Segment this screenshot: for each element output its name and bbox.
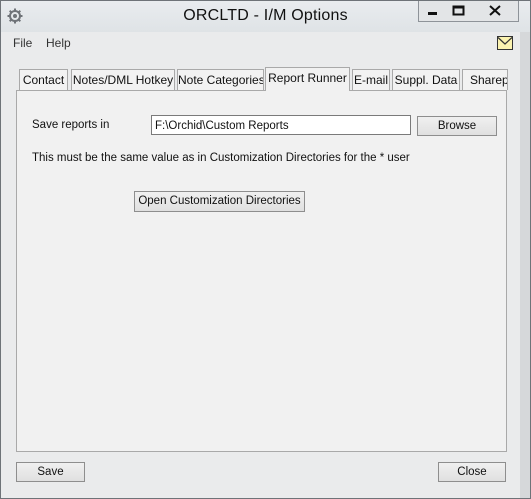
save-button[interactable]: Save xyxy=(16,462,85,482)
tab-contact[interactable]: Contact xyxy=(19,69,68,90)
menu-file[interactable]: File xyxy=(13,36,32,50)
save-reports-label: Save reports in xyxy=(32,119,110,131)
title-bar[interactable]: ORCLTD - I/M Options xyxy=(1,1,530,32)
save-reports-input[interactable]: F:\Orchid\Custom Reports xyxy=(151,115,411,135)
report-runner-panel xyxy=(16,90,507,452)
maximize-icon xyxy=(452,5,465,16)
tab-notes-dml-hotkey[interactable]: Notes/DML Hotkey xyxy=(71,69,175,90)
tab-sharepoint[interactable]: Sharepo xyxy=(462,69,508,90)
minimize-button[interactable] xyxy=(418,1,447,22)
close-window-button[interactable] xyxy=(472,1,519,22)
tab-suppl-data[interactable]: Suppl. Data xyxy=(392,69,460,90)
close-icon xyxy=(489,5,501,16)
minimize-icon xyxy=(428,12,437,15)
customization-note: This must be the same value as in Custom… xyxy=(32,152,410,164)
maximize-button[interactable] xyxy=(445,1,473,22)
menu-bar: File Help xyxy=(1,32,530,54)
close-button[interactable]: Close xyxy=(438,462,506,482)
open-customization-directories-button[interactable]: Open Customization Directories xyxy=(134,191,305,212)
options-window: ORCLTD - I/M Options File Help Contact N… xyxy=(0,0,531,499)
browse-button[interactable]: Browse xyxy=(417,116,497,136)
menu-help[interactable]: Help xyxy=(46,36,71,50)
mail-icon[interactable] xyxy=(497,36,513,50)
tab-report-runner[interactable]: Report Runner xyxy=(265,67,350,91)
window-right-edge xyxy=(520,32,530,498)
tab-email[interactable]: E-mail xyxy=(352,69,390,90)
tab-note-categories[interactable]: Note Categories xyxy=(177,69,264,90)
